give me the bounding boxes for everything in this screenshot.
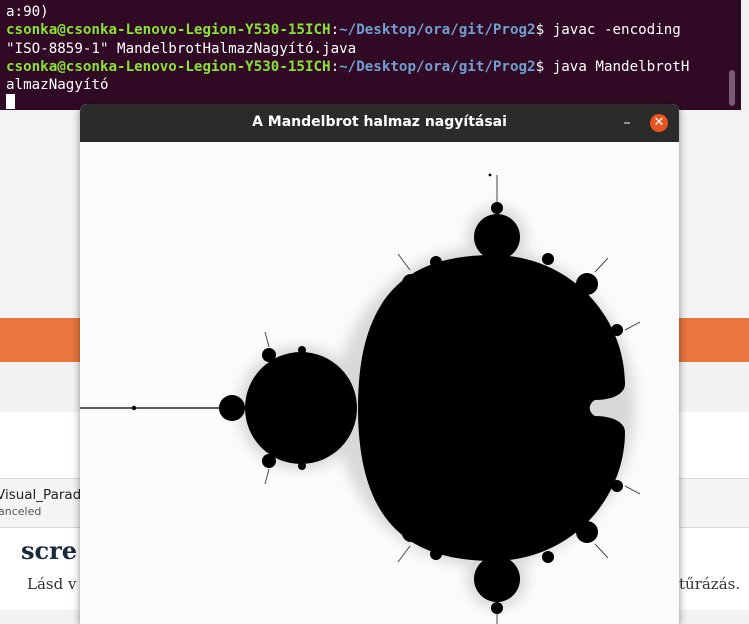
terminal-scrollbar[interactable] xyxy=(729,70,735,106)
page-heading: scre xyxy=(21,536,78,565)
terminal-prompt-user: csonka@csonka-Lenovo-Legion-Y530-15ICH xyxy=(6,58,331,75)
terminal-command: $ javac -encoding xyxy=(535,22,681,39)
mandelbrot-period2-bulb xyxy=(245,352,357,464)
close-button[interactable]: ✕ xyxy=(650,114,668,132)
page-text: Lásd v xyxy=(27,575,77,593)
terminal-line: a:90) xyxy=(6,4,49,20)
terminal-output: a:90) csonka@csonka-Lenovo-Legion-Y530-1… xyxy=(6,3,689,110)
minimize-button[interactable]: – xyxy=(618,114,636,132)
mandelbrot-bulb xyxy=(219,395,245,421)
terminal-window[interactable]: a:90) csonka@csonka-Lenovo-Legion-Y530-1… xyxy=(0,0,741,110)
download-file-name: Visual_Parad xyxy=(0,487,82,503)
mandelbrot-bottom-bulb xyxy=(474,556,520,602)
window-titlebar[interactable]: A Mandelbrot halmaz nagyításai – ✕ xyxy=(80,104,679,142)
mandelbrot-mini-bulb xyxy=(131,405,137,411)
mandelbrot-cardioid xyxy=(358,254,625,562)
download-status: anceled xyxy=(0,505,42,518)
terminal-prompt-user: csonka@csonka-Lenovo-Legion-Y530-15ICH xyxy=(6,22,331,39)
terminal-line: almazNagyító xyxy=(6,77,109,94)
mandelbrot-top-bulb xyxy=(474,214,520,260)
mandelbrot-image xyxy=(80,173,641,624)
terminal-cursor xyxy=(6,94,15,110)
terminal-prompt-path: ~/Desktop/ora/git/Prog2 xyxy=(339,22,536,39)
mandelbrot-canvas[interactable] xyxy=(80,142,679,624)
page-text: tűrázás. xyxy=(679,575,741,593)
mandelbrot-window: A Mandelbrot halmaz nagyításai – ✕ xyxy=(80,104,679,624)
terminal-prompt-path: ~/Desktop/ora/git/Prog2 xyxy=(339,58,536,75)
window-title: A Mandelbrot halmaz nagyításai xyxy=(252,114,507,130)
terminal-command: $ java MandelbrotH xyxy=(535,58,690,75)
terminal-line: "ISO-8859-1" MandelbrotHalmazNagyító.jav… xyxy=(6,40,357,57)
